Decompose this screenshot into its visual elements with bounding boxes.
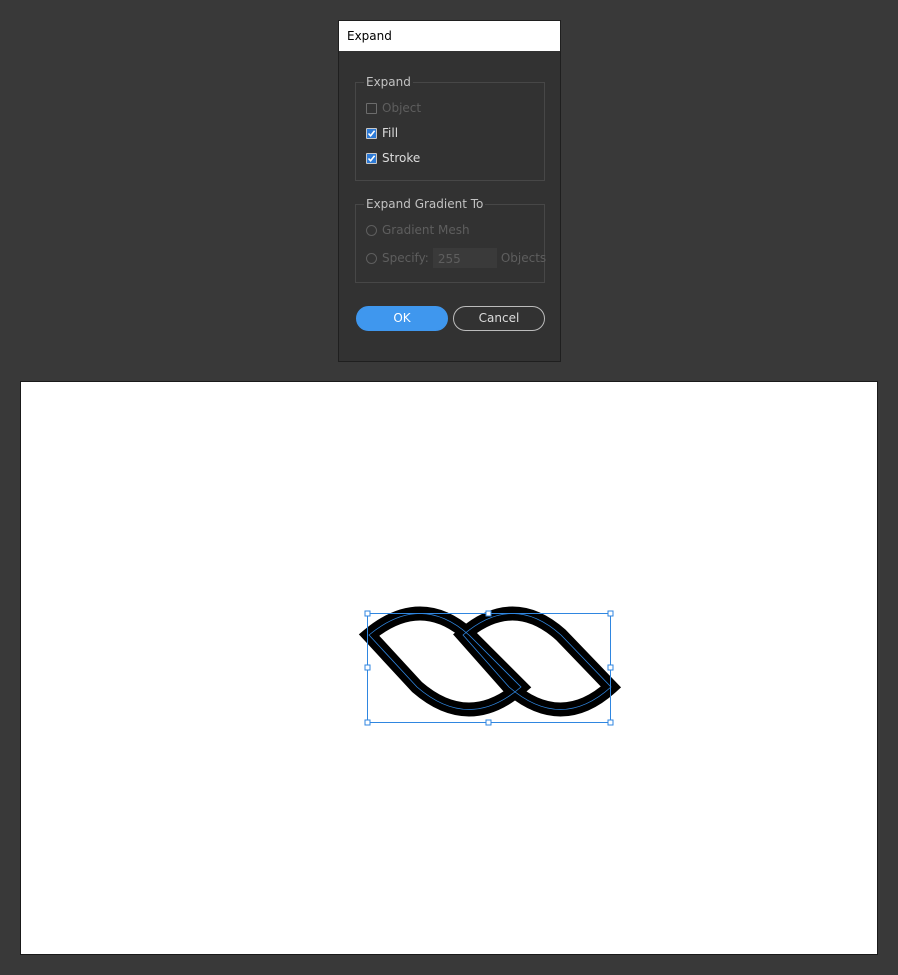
specify-input[interactable]: 255 bbox=[432, 248, 497, 268]
specify-label: Specify: bbox=[382, 251, 429, 265]
gradient-mesh-label: Gradient Mesh bbox=[382, 223, 470, 237]
object-label: Object bbox=[382, 101, 422, 115]
checkmark-icon bbox=[367, 129, 376, 137]
artboard[interactable] bbox=[20, 381, 878, 955]
dialog-title: Expand bbox=[339, 21, 560, 51]
handle-top-left bbox=[364, 610, 371, 617]
expanded-shape[interactable] bbox=[358, 606, 622, 717]
artwork-svg bbox=[358, 606, 622, 726]
fill-option[interactable]: Fill bbox=[366, 124, 398, 142]
specify-radio[interactable] bbox=[366, 252, 377, 264]
object-option: Object bbox=[366, 99, 421, 117]
fill-label: Fill bbox=[382, 126, 399, 140]
cancel-button[interactable]: Cancel bbox=[453, 306, 545, 331]
stroke-option[interactable]: Stroke bbox=[366, 149, 420, 167]
handle-middle-left bbox=[364, 664, 371, 671]
ok-button[interactable]: OK bbox=[356, 306, 448, 331]
object-checkbox[interactable] bbox=[366, 102, 377, 114]
handle-bottom-left bbox=[364, 719, 371, 726]
checkmark-icon bbox=[367, 154, 376, 162]
objects-label: Objects bbox=[500, 251, 547, 265]
right-loop-shape bbox=[453, 606, 622, 717]
stroke-checkbox[interactable] bbox=[366, 152, 377, 164]
fill-checkbox[interactable] bbox=[366, 127, 377, 139]
specify-option: Specify: 255 Objects bbox=[366, 248, 547, 268]
handle-bottom-right bbox=[607, 719, 614, 726]
handle-middle-right bbox=[607, 664, 614, 671]
expand-group-title: Expand bbox=[364, 74, 413, 90]
handle-bottom-center bbox=[485, 719, 492, 726]
gradient-mesh-option: Gradient Mesh bbox=[366, 221, 470, 239]
expand-dialog: Expand Expand Object Fill Stroke Expand … bbox=[338, 20, 561, 362]
left-loop-shape bbox=[358, 606, 532, 717]
handle-top-right bbox=[607, 610, 614, 617]
expand-group: Expand Object Fill Stroke bbox=[355, 74, 545, 181]
stroke-label: Stroke bbox=[382, 151, 421, 165]
expand-gradient-group: Expand Gradient To Gradient Mesh Specify… bbox=[355, 196, 547, 283]
gradient-mesh-radio[interactable] bbox=[366, 224, 377, 236]
handle-top-center bbox=[485, 610, 492, 617]
gradient-group-title: Expand Gradient To bbox=[364, 196, 486, 212]
